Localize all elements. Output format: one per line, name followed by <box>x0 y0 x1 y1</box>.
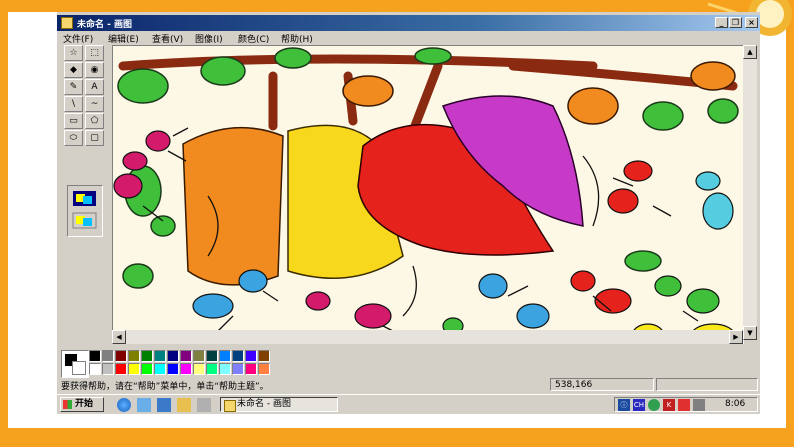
close-button[interactable]: × <box>745 17 758 28</box>
horizontal-scrollbar[interactable]: ◀ ▶ <box>112 330 743 344</box>
color-palette <box>59 348 299 378</box>
menu-edit[interactable]: 编辑(E) <box>108 32 139 45</box>
volume-icon[interactable] <box>693 399 705 411</box>
text-tool[interactable]: A <box>85 79 104 95</box>
vertical-scrollbar[interactable]: ▲ ▼ <box>743 45 757 340</box>
paint-task-icon <box>224 400 236 412</box>
color-swatch[interactable] <box>128 363 140 375</box>
slide-frame: 未命名 - 画图 _ ❐ × 文件(F) 编辑(E) 查看(V) 图像(I) 颜… <box>0 0 794 447</box>
outlook-icon[interactable] <box>137 398 151 412</box>
color-swatch[interactable] <box>193 363 205 375</box>
task-label: 未命名 - 画图 <box>237 399 291 409</box>
menu-help[interactable]: 帮助(H) <box>281 32 313 45</box>
color-swatch[interactable] <box>206 350 218 362</box>
scroll-down-button[interactable]: ▼ <box>743 326 757 340</box>
line-tool[interactable]: \ <box>64 96 83 112</box>
paint-app-icon <box>61 17 73 29</box>
status-bar: 要获得帮助，请在“帮助”菜单中，单击“帮助主题”。 538,166 <box>57 378 760 392</box>
right-border <box>786 0 794 447</box>
ellipse-tool[interactable]: ⬭ <box>64 130 83 146</box>
folder-icon[interactable] <box>177 398 191 412</box>
media-icon[interactable] <box>197 398 211 412</box>
color-swatch[interactable] <box>89 363 101 375</box>
eraser-tool[interactable]: ◆ <box>64 62 83 78</box>
color-swatch[interactable] <box>180 363 192 375</box>
toolbox: ☆ ⬚ ◆ ◉ ✎ A \ ~ ▭ ⬠ ⬭ ▢ <box>59 45 105 345</box>
color-swatch[interactable] <box>206 363 218 375</box>
task-paint-button[interactable]: 未命名 - 画图 <box>220 397 338 412</box>
restore-button[interactable]: ❐ <box>729 17 742 28</box>
color-swatch[interactable] <box>154 350 166 362</box>
desktop-icon[interactable] <box>157 398 171 412</box>
status-help-text: 要获得帮助，请在“帮助”菜单中，单击“帮助主题”。 <box>61 382 269 392</box>
rectangle-tool[interactable]: ▭ <box>64 113 83 129</box>
transparent-option-icon[interactable] <box>72 212 97 229</box>
color-swatch[interactable] <box>102 363 114 375</box>
tool-options <box>67 185 103 237</box>
network-icon[interactable] <box>648 399 660 411</box>
security-icon[interactable] <box>678 399 690 411</box>
current-colors <box>61 350 89 378</box>
status-coordinates: 538,166 <box>550 378 654 391</box>
pencil-tool[interactable]: ✎ <box>64 79 83 95</box>
color-swatch[interactable] <box>193 350 205 362</box>
menu-view[interactable]: 查看(V) <box>152 32 183 45</box>
window-title: 未命名 - 画图 <box>77 20 133 30</box>
scroll-left-button[interactable]: ◀ <box>112 330 126 344</box>
input-method-icon[interactable]: ⓘ <box>618 399 630 411</box>
bottom-border <box>0 428 794 447</box>
language-icon[interactable]: CH <box>633 399 645 411</box>
windows-logo-icon <box>63 400 72 409</box>
color-swatch[interactable] <box>115 363 127 375</box>
menu-bar: 文件(F) 编辑(E) 查看(V) 图像(I) 颜色(C) 帮助(H) <box>57 31 760 45</box>
free-select-tool[interactable]: ☆ <box>64 45 83 61</box>
taskbar: 开始 未命名 - 画图 ⓘ CH K 8:06 <box>57 394 760 414</box>
color-swatch[interactable] <box>128 350 140 362</box>
clock: 8:06 <box>725 399 746 409</box>
color-swatch[interactable] <box>258 350 270 362</box>
color-swatch[interactable] <box>167 350 179 362</box>
opaque-option-icon[interactable] <box>72 190 97 207</box>
color-swatch[interactable] <box>167 363 179 375</box>
color-swatch[interactable] <box>180 350 192 362</box>
color-swatch[interactable] <box>141 350 153 362</box>
menu-file[interactable]: 文件(F) <box>63 32 93 45</box>
system-tray: ⓘ CH K 8:06 <box>614 397 758 412</box>
color-swatch[interactable] <box>245 363 257 375</box>
color-swatch[interactable] <box>219 350 231 362</box>
rounded-rect-tool[interactable]: ▢ <box>85 130 104 146</box>
minimize-button[interactable]: _ <box>715 17 728 28</box>
drawing-canvas[interactable] <box>112 45 744 344</box>
left-border <box>0 0 8 447</box>
paint-window: 未命名 - 画图 _ ❐ × 文件(F) 编辑(E) 查看(V) 图像(I) 颜… <box>57 12 760 414</box>
color-swatch[interactable] <box>245 350 257 362</box>
title-bar[interactable]: 未命名 - 画图 _ ❐ × <box>57 15 760 31</box>
color-swatch[interactable] <box>232 350 244 362</box>
antivirus-icon[interactable]: K <box>663 399 675 411</box>
polygon-tool[interactable]: ⬠ <box>85 113 104 129</box>
color-swatch[interactable] <box>258 363 270 375</box>
status-size <box>656 378 758 391</box>
curve-tool[interactable]: ~ <box>85 96 104 112</box>
color-swatch[interactable] <box>89 350 101 362</box>
canvas-drawing <box>113 46 743 343</box>
top-border <box>0 0 794 12</box>
color-swatch[interactable] <box>141 363 153 375</box>
scroll-up-button[interactable]: ▲ <box>743 45 757 59</box>
start-label: 开始 <box>75 399 94 409</box>
color-swatch[interactable] <box>219 363 231 375</box>
color-swatch[interactable] <box>232 363 244 375</box>
menu-colors[interactable]: 颜色(C) <box>238 32 269 45</box>
color-swatch[interactable] <box>154 363 166 375</box>
menu-image[interactable]: 图像(I) <box>195 32 223 45</box>
ie-icon[interactable] <box>117 398 131 412</box>
background-color <box>72 361 86 375</box>
rect-select-tool[interactable]: ⬚ <box>85 45 104 61</box>
fill-tool[interactable]: ◉ <box>85 62 104 78</box>
start-button[interactable]: 开始 <box>60 397 104 412</box>
scroll-right-button[interactable]: ▶ <box>729 330 743 344</box>
color-swatch[interactable] <box>115 350 127 362</box>
color-swatch[interactable] <box>102 350 114 362</box>
